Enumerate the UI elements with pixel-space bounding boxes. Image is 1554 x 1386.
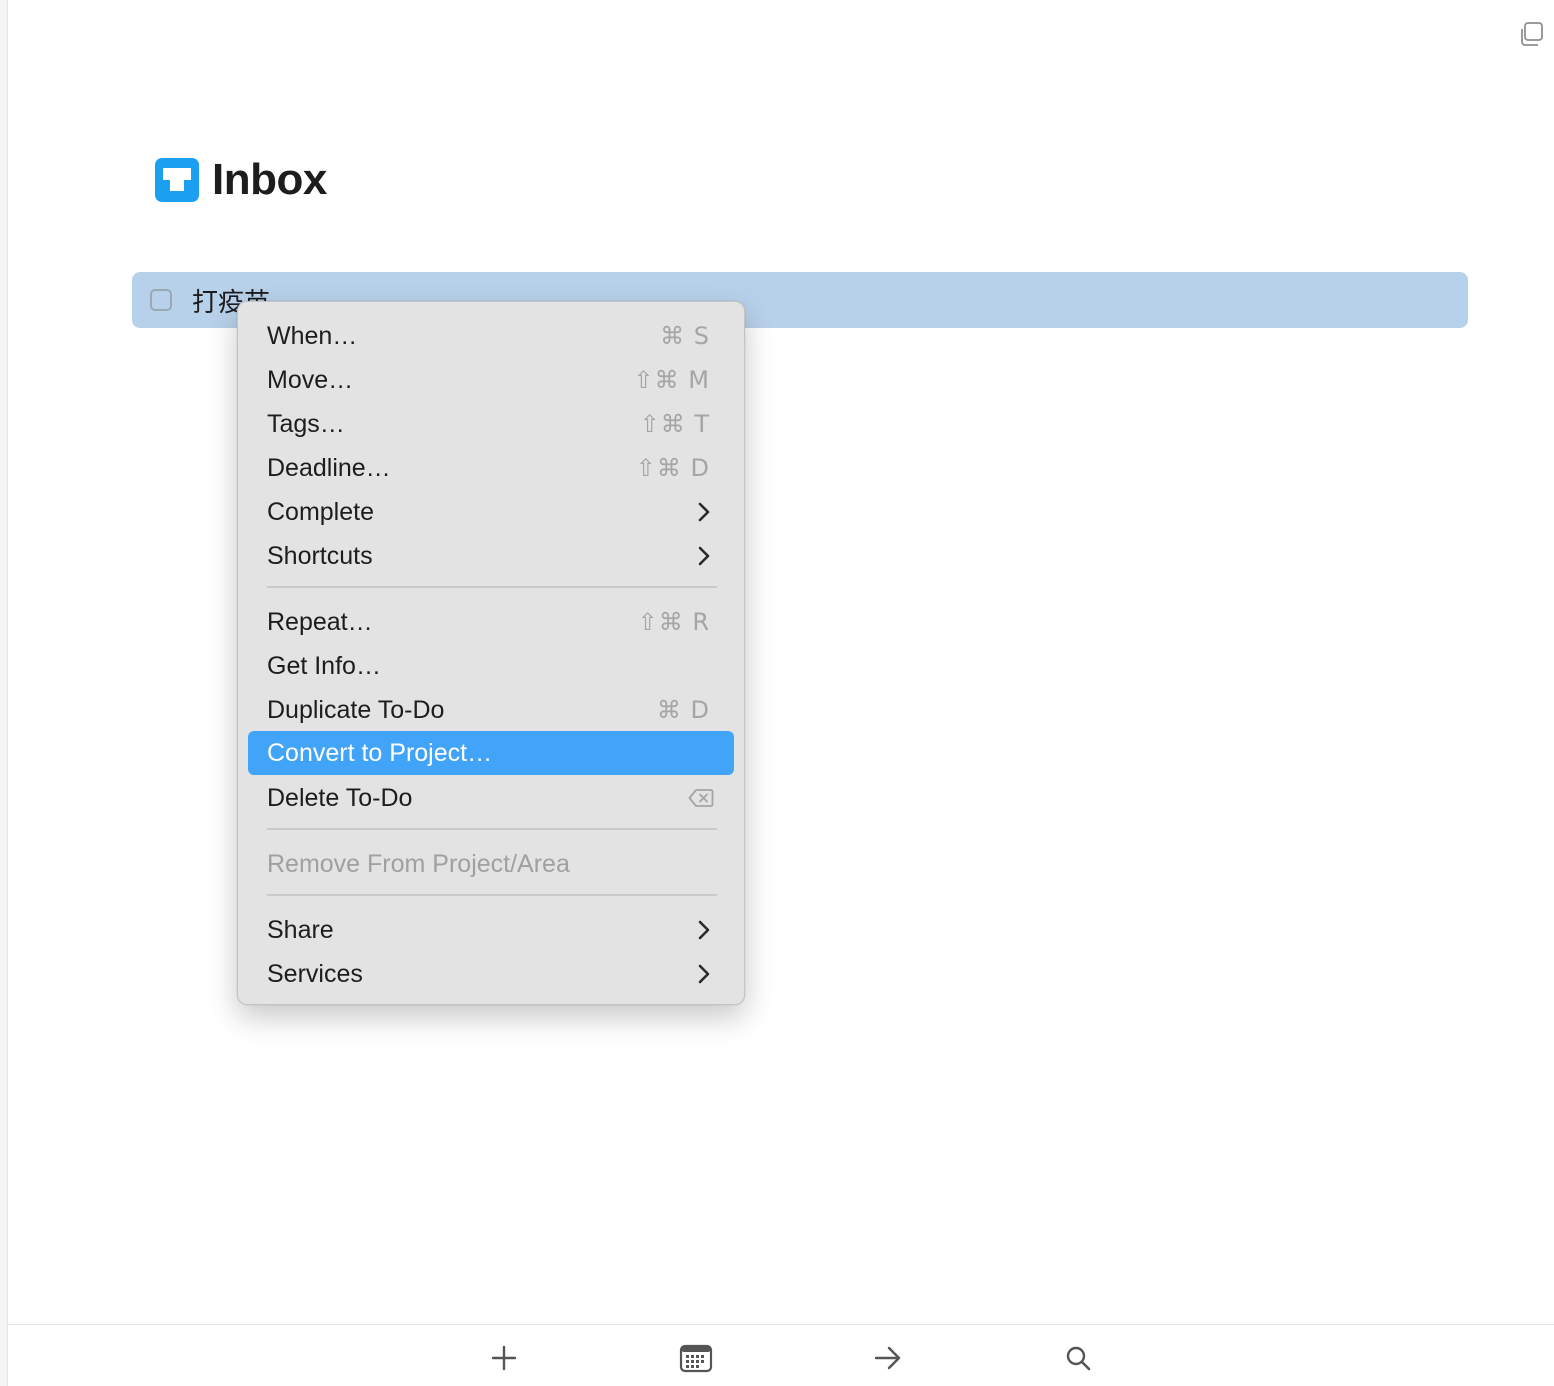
menu-item-label: Share [267,915,334,944]
menu-item-label: Complete [267,497,374,526]
menu-item-share[interactable]: Share [248,908,734,952]
menu-separator [267,894,717,896]
menu-item-remove-from-project-area: Remove From Project/Area [248,842,734,886]
calendar-icon [679,1344,713,1373]
search-button[interactable] [1061,1341,1095,1375]
menu-shortcut: ⇧⌘ D [635,454,710,482]
menu-item-label: Delete To-Do [267,783,413,812]
menu-item-tags[interactable]: Tags… ⇧⌘ T [248,402,734,446]
arrow-right-icon [874,1346,901,1370]
sidebar-edge [0,0,8,1386]
inbox-tray-icon [155,158,199,202]
context-menu: When… ⌘ S Move… ⇧⌘ M Tags… ⇧⌘ T Deadline… [237,301,745,1005]
duplicate-window-button[interactable] [1516,18,1546,52]
menu-item-label: Deadline… [267,453,391,482]
when-button[interactable] [679,1341,713,1375]
menu-item-services[interactable]: Services [248,952,734,996]
list-header: Inbox [155,152,327,208]
chevron-right-icon [698,502,710,522]
add-todo-button[interactable] [487,1341,521,1375]
menu-separator [267,828,717,830]
bottom-toolbar [8,1324,1554,1386]
menu-item-label: Shortcuts [267,541,373,570]
menu-item-label: Convert to Project… [267,738,493,767]
search-icon [1066,1346,1091,1371]
menu-item-duplicate-todo[interactable]: Duplicate To-Do ⌘ D [248,688,734,732]
menu-item-label: Services [267,959,363,988]
chevron-right-icon [698,964,710,984]
menu-item-label: Duplicate To-Do [267,695,445,724]
menu-item-label: Tags… [267,409,345,438]
delete-key-icon [688,789,714,807]
menu-shortcut: ⌘ D [656,696,710,724]
menu-shortcut: ⌘ S [660,322,710,350]
menu-item-repeat[interactable]: Repeat… ⇧⌘ R [248,600,734,644]
menu-shortcut: ⇧⌘ R [637,608,710,636]
menu-item-deadline[interactable]: Deadline… ⇧⌘ D [248,446,734,490]
menu-item-convert-to-project[interactable]: Convert to Project… [248,731,734,775]
menu-item-get-info[interactable]: Get Info… [248,644,734,688]
chevron-right-icon [698,546,710,566]
menu-shortcut: ⇧⌘ M [633,366,710,394]
move-button[interactable] [871,1341,905,1375]
menu-item-delete-todo[interactable]: Delete To-Do [248,776,734,820]
menu-item-complete[interactable]: Complete [248,490,734,534]
page-title: Inbox [212,155,327,204]
menu-shortcut: ⇧⌘ T [639,410,710,438]
chevron-right-icon [698,920,710,940]
menu-item-shortcuts[interactable]: Shortcuts [248,534,734,578]
plus-icon [491,1345,517,1371]
menu-item-label: When… [267,321,358,350]
menu-item-label: Move… [267,365,354,394]
menu-item-when[interactable]: When… ⌘ S [248,314,734,358]
duplicate-window-icon [1521,22,1543,46]
menu-item-move[interactable]: Move… ⇧⌘ M [248,358,734,402]
menu-item-label: Remove From Project/Area [267,849,570,878]
menu-item-label: Repeat… [267,607,373,636]
todo-checkbox[interactable] [150,289,172,311]
menu-separator [267,586,717,588]
menu-item-label: Get Info… [267,651,381,680]
